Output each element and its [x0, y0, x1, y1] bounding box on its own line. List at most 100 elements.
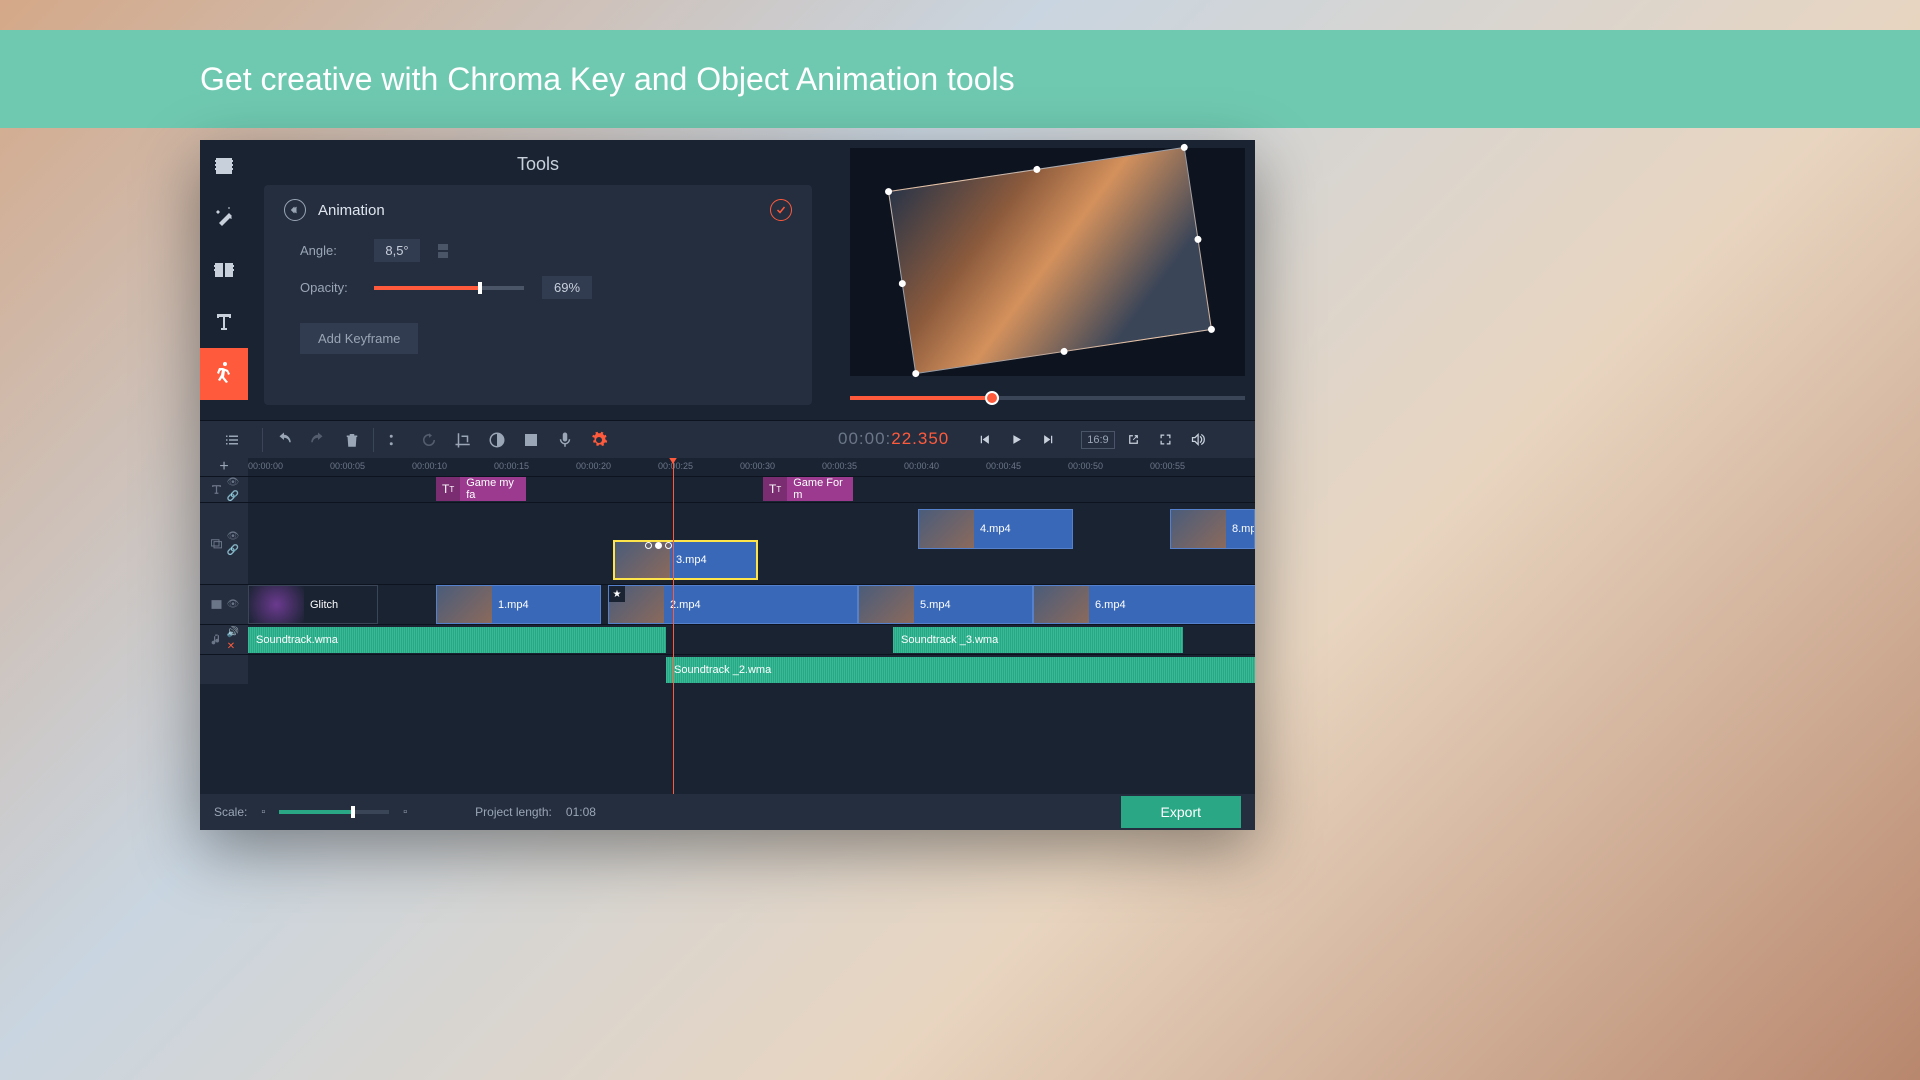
add-track-button[interactable]: +	[219, 458, 228, 476]
text-track-icon	[209, 482, 224, 497]
overlay-clip[interactable]: 3.mp4	[613, 540, 758, 580]
preview-scrubber[interactable]	[850, 396, 1245, 400]
audio-clip[interactable]: Soundtrack _3.wma	[893, 627, 1183, 653]
title-track: 👁🔗 TTGame my faTTGame For m	[200, 476, 1255, 502]
angle-value[interactable]: 8,5°	[374, 239, 420, 262]
transition-icon	[212, 258, 236, 282]
animation-panel: Animation Angle: 8,5° Opacity: 69% Add K…	[264, 185, 812, 405]
popout-icon	[1126, 432, 1141, 447]
effects-tool[interactable]	[200, 192, 248, 244]
skip-forward-icon	[1041, 432, 1056, 447]
titles-tool[interactable]	[200, 296, 248, 348]
list-icon	[223, 431, 241, 449]
video-editor-window: Tools Animation Angle: 8,5° Opacity: 69%	[200, 140, 1255, 830]
settings-button[interactable]	[584, 425, 614, 455]
preview-panel	[840, 140, 1255, 420]
export-button[interactable]: Export	[1121, 796, 1241, 828]
back-button[interactable]	[284, 199, 306, 221]
animation-tool[interactable]	[200, 348, 248, 400]
preview-frame[interactable]	[888, 147, 1212, 374]
scale-label: Scale:	[214, 805, 247, 819]
aspect-ratio-button[interactable]: 16:9	[1081, 431, 1114, 449]
list-toggle[interactable]	[208, 425, 256, 455]
volume-icon	[1190, 432, 1205, 447]
popout-button[interactable]	[1121, 427, 1147, 453]
check-icon	[775, 204, 787, 216]
tools-panel: Tools Animation Angle: 8,5° Opacity: 69%	[248, 140, 828, 420]
project-length-value: 01:08	[566, 805, 596, 819]
timeline: + 00:00:0000:00:0500:00:1000:00:1500:00:…	[200, 458, 1255, 794]
rotate-button[interactable]	[414, 425, 444, 455]
video-clip[interactable]: ★2.mp4	[608, 585, 858, 624]
angle-label: Angle:	[300, 243, 356, 258]
playhead[interactable]	[673, 458, 674, 794]
title-clip[interactable]: TTGame For m	[763, 477, 853, 501]
rotate-icon	[420, 431, 438, 449]
opacity-label: Opacity:	[300, 280, 356, 295]
image-icon	[522, 431, 540, 449]
text-icon	[212, 310, 236, 334]
angle-spinner[interactable]	[438, 244, 448, 258]
color-button[interactable]	[482, 425, 512, 455]
opacity-value[interactable]: 69%	[542, 276, 592, 299]
contrast-icon	[488, 431, 506, 449]
gear-icon	[590, 431, 608, 449]
video-clip[interactable]: 6.mp4	[1033, 585, 1255, 624]
scale-zoom-in[interactable]: ▫	[403, 806, 407, 818]
chevron-left-icon	[289, 204, 301, 216]
playback-bar: 00:00:22.350 16:9	[828, 420, 1255, 458]
overlay-clip[interactable]: 8.mp4	[1170, 509, 1255, 549]
volume-button[interactable]	[1185, 427, 1211, 453]
fullscreen-icon	[1158, 432, 1173, 447]
overlay-clip[interactable]: 4.mp4	[918, 509, 1073, 549]
image-button[interactable]	[516, 425, 546, 455]
video-clip[interactable]: 5.mp4	[858, 585, 1033, 624]
crop-button[interactable]	[448, 425, 478, 455]
play-button[interactable]	[1003, 427, 1029, 453]
delete-button[interactable]	[337, 425, 367, 455]
audio-clip[interactable]: Soundtrack.wma	[248, 627, 666, 653]
cut-button[interactable]	[380, 425, 410, 455]
mic-button[interactable]	[550, 425, 580, 455]
audio-track-2: Soundtrack _2.wma	[200, 654, 1255, 684]
scale-slider[interactable]	[279, 810, 389, 814]
audio-track-1: 🔊✕ Soundtrack.wmaSoundtrack _3.wma	[200, 624, 1255, 654]
fullscreen-button[interactable]	[1153, 427, 1179, 453]
add-keyframe-button[interactable]: Add Keyframe	[300, 323, 418, 354]
redo-button[interactable]	[303, 425, 333, 455]
trash-icon	[343, 431, 361, 449]
opacity-row: Opacity: 69%	[300, 276, 792, 299]
crop-icon	[454, 431, 472, 449]
video-clip[interactable]: 1.mp4	[436, 585, 601, 624]
equalizer-icon	[624, 431, 642, 449]
project-length-label: Project length:	[475, 805, 552, 819]
equalizer-button[interactable]	[618, 425, 648, 455]
video-track-icon	[209, 597, 224, 612]
overlay-track-icon	[209, 536, 224, 551]
title-clip[interactable]: TTGame my fa	[436, 477, 526, 501]
transitions-tool[interactable]	[200, 244, 248, 296]
wand-icon	[212, 206, 236, 230]
mic-icon	[556, 431, 574, 449]
banner-headline: Get creative with Chroma Key and Object …	[200, 61, 1015, 98]
scale-zoom-out[interactable]: ▫	[261, 806, 265, 818]
video-clip[interactable]: Glitch	[248, 585, 378, 624]
undo-button[interactable]	[269, 425, 299, 455]
overlay-track: 👁🔗 3.mp44.mp48.mp4	[200, 502, 1255, 584]
media-tool[interactable]	[200, 140, 248, 192]
prev-button[interactable]	[971, 427, 997, 453]
opacity-slider[interactable]	[374, 286, 524, 290]
preview-canvas[interactable]	[850, 148, 1245, 376]
audio-clip[interactable]: Soundtrack _2.wma	[666, 657, 1255, 683]
time-ruler[interactable]: 00:00:0000:00:0500:00:1000:00:1500:00:20…	[248, 458, 1255, 476]
video-track: 👁 Glitch1.mp4★2.mp45.mp46.mp4	[200, 584, 1255, 624]
apply-button[interactable]	[770, 199, 792, 221]
animation-heading: Animation	[318, 202, 758, 219]
edit-toolbar	[200, 420, 828, 458]
play-icon	[1009, 432, 1024, 447]
next-button[interactable]	[1035, 427, 1061, 453]
undo-icon	[275, 431, 293, 449]
skip-back-icon	[977, 432, 992, 447]
scissors-icon	[386, 431, 404, 449]
running-icon	[212, 362, 236, 386]
